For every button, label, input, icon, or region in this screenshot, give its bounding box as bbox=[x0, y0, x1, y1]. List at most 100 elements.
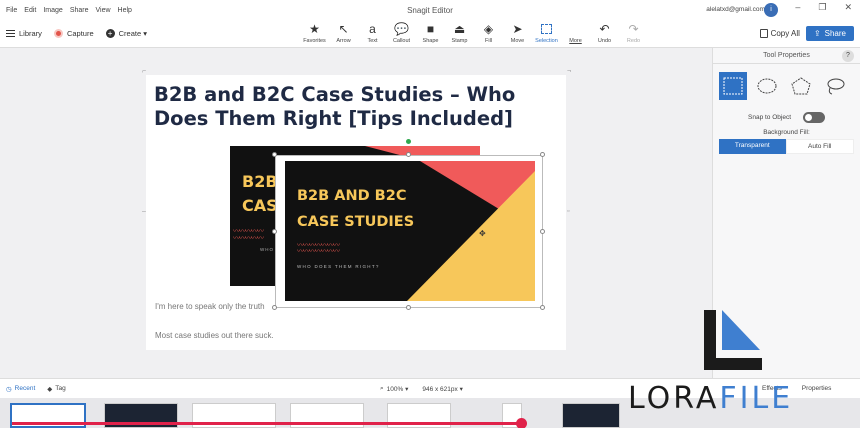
info-icon[interactable]: i bbox=[764, 3, 778, 17]
tool-label: Text bbox=[367, 38, 378, 44]
text-icon: a bbox=[369, 22, 376, 36]
polygon-icon bbox=[791, 77, 811, 95]
share-label: Share bbox=[824, 29, 846, 38]
rotate-handle[interactable] bbox=[406, 139, 411, 144]
capture-button[interactable]: Capture bbox=[53, 29, 94, 38]
panel-tabs: Effects Properties bbox=[762, 385, 831, 392]
tool-stamp[interactable]: ⏏ Stamp bbox=[445, 20, 474, 48]
auto-fill-option[interactable]: Auto Fill bbox=[785, 139, 854, 154]
menu-help[interactable]: Help bbox=[118, 7, 132, 14]
ellipse-selection-button[interactable] bbox=[753, 72, 781, 100]
image-size-dropdown[interactable]: 946 x 621px ▾ bbox=[422, 385, 463, 393]
tool-label: Move bbox=[510, 38, 525, 44]
background-fill-label: Background Fill: bbox=[763, 129, 810, 136]
tool-fill[interactable]: ◈ Fill bbox=[474, 20, 503, 48]
document-paragraph: I'm here to speak only the truth bbox=[155, 302, 265, 311]
record-icon bbox=[53, 29, 63, 38]
image-title-line: CASE STUDIES bbox=[297, 214, 415, 230]
image-title-line: B2B bbox=[242, 172, 278, 191]
resize-handle[interactable] bbox=[540, 305, 545, 310]
transparent-option[interactable]: Transparent bbox=[719, 139, 786, 154]
account-email[interactable]: alelatxd@gmail.com ▾ bbox=[706, 5, 770, 13]
tool-shape[interactable]: ■ Shape bbox=[416, 20, 445, 48]
recent-tab[interactable]: ◷ Recent bbox=[6, 385, 35, 393]
snagit-editor-window: File Edit Image Share View Help Snagit E… bbox=[0, 0, 860, 428]
zoom-icon: ⌕ bbox=[380, 384, 384, 392]
tool-label: More bbox=[569, 38, 582, 44]
image-size-value: 946 x 621px ▾ bbox=[422, 385, 463, 393]
snap-to-object-toggle[interactable] bbox=[803, 112, 825, 123]
properties-tab[interactable]: Properties bbox=[802, 385, 832, 392]
menu-share[interactable]: Share bbox=[70, 7, 89, 14]
create-button[interactable]: + Create ▾ bbox=[105, 29, 147, 38]
tool-label: Stamp bbox=[451, 38, 468, 44]
tag-label: Tag bbox=[55, 385, 66, 392]
help-icon[interactable]: ? bbox=[842, 50, 854, 62]
menu-edit[interactable]: Edit bbox=[24, 7, 36, 14]
capture-thumbnail[interactable] bbox=[562, 403, 620, 428]
freehand-selection-button[interactable] bbox=[821, 72, 849, 100]
image-title-line: B2B AND B2C bbox=[297, 188, 407, 204]
video-progress-handle[interactable] bbox=[516, 418, 527, 428]
background-fill-options: Transparent Auto Fill bbox=[719, 139, 854, 154]
rectangle-selection-button[interactable] bbox=[719, 72, 747, 100]
tool-label: Redo bbox=[626, 38, 641, 44]
tool-selection[interactable]: Selection bbox=[532, 20, 561, 48]
tool-arrow[interactable]: ↖ Arrow bbox=[329, 20, 358, 48]
redo-icon: ↷ bbox=[628, 22, 639, 36]
resize-handle[interactable] bbox=[272, 229, 277, 234]
tool-callout[interactable]: 💬 Callout bbox=[387, 20, 416, 48]
image-title: B2B CAS bbox=[242, 170, 278, 218]
title-bar: File Edit Image Share View Help Snagit E… bbox=[0, 0, 860, 20]
tool-favorites[interactable]: ★ Favorites bbox=[300, 20, 329, 48]
restore-icon[interactable]: ❐ bbox=[818, 2, 826, 13]
tool-move[interactable]: ➤ Move bbox=[503, 20, 532, 48]
toolbar-left: Library Capture + Create ▾ bbox=[6, 29, 147, 38]
tray-tabs: ◷ Recent ◆ Tag bbox=[6, 385, 66, 393]
plus-icon: + bbox=[105, 29, 115, 38]
menu-file[interactable]: File bbox=[6, 7, 17, 14]
zoom-dropdown[interactable]: ⌕ 100% ▾ bbox=[380, 385, 408, 393]
fill-icon: ◈ bbox=[483, 22, 494, 36]
image-title: B2B AND B2C CASE STUDIES bbox=[297, 183, 414, 235]
tool-undo[interactable]: ↶ Undo bbox=[590, 20, 619, 48]
tool-more[interactable]: More bbox=[561, 20, 590, 48]
resize-handle[interactable] bbox=[272, 305, 277, 310]
menu-view[interactable]: View bbox=[96, 7, 111, 14]
rectangle-icon bbox=[723, 77, 743, 95]
library-button[interactable]: Library bbox=[6, 29, 42, 38]
library-label: Library bbox=[19, 29, 42, 38]
tool-label: Shape bbox=[422, 38, 439, 44]
selected-image[interactable]: B2B AND B2C CASE STUDIES 〰〰〰〰〰〰〰 〰〰〰〰〰〰〰 … bbox=[275, 155, 543, 308]
selection-icon bbox=[541, 24, 552, 34]
close-icon[interactable]: ✕ bbox=[844, 2, 852, 13]
front-image[interactable]: B2B AND B2C CASE STUDIES 〰〰〰〰〰〰〰 〰〰〰〰〰〰〰 … bbox=[285, 161, 535, 301]
tool-label: Selection bbox=[535, 38, 558, 44]
video-progress-bar[interactable] bbox=[12, 422, 522, 425]
image-title-line: CAS bbox=[242, 196, 278, 215]
selection-shape-options bbox=[713, 64, 860, 108]
zigzag-decoration: 〰〰〰〰〰 〰〰〰〰〰 bbox=[233, 228, 264, 242]
menu-image[interactable]: Image bbox=[43, 7, 62, 14]
resize-handle[interactable] bbox=[272, 152, 277, 157]
stamp-icon: ⏏ bbox=[453, 22, 466, 36]
canvas-edge-handle[interactable]: ▫ bbox=[567, 208, 569, 215]
move-icon: ➤ bbox=[512, 22, 523, 36]
share-button[interactable]: ⇪ Share bbox=[805, 26, 854, 41]
copy-all-button[interactable]: Copy All bbox=[759, 29, 800, 38]
tool-redo[interactable]: ↷ Redo bbox=[619, 20, 648, 48]
resize-handle[interactable] bbox=[540, 152, 545, 157]
canvas-corner-mark: ⌐ bbox=[142, 68, 147, 75]
arrow-icon: ↖ bbox=[338, 22, 349, 36]
tag-tab[interactable]: ◆ Tag bbox=[47, 385, 65, 393]
copy-all-label: Copy All bbox=[770, 29, 800, 38]
zoom-value: 100% ▾ bbox=[386, 385, 409, 393]
resize-handle[interactable] bbox=[406, 152, 411, 157]
tool-text[interactable]: a Text bbox=[358, 20, 387, 48]
minimize-icon[interactable]: – bbox=[795, 2, 800, 13]
resize-handle[interactable] bbox=[540, 229, 545, 234]
polygon-selection-button[interactable] bbox=[787, 72, 815, 100]
editor-canvas[interactable]: ⌐ ¬ – ▫ B2B and B2C Case Studies – Who D… bbox=[0, 48, 712, 378]
resize-handle[interactable] bbox=[406, 305, 411, 310]
effects-tab[interactable]: Effects bbox=[762, 385, 782, 392]
